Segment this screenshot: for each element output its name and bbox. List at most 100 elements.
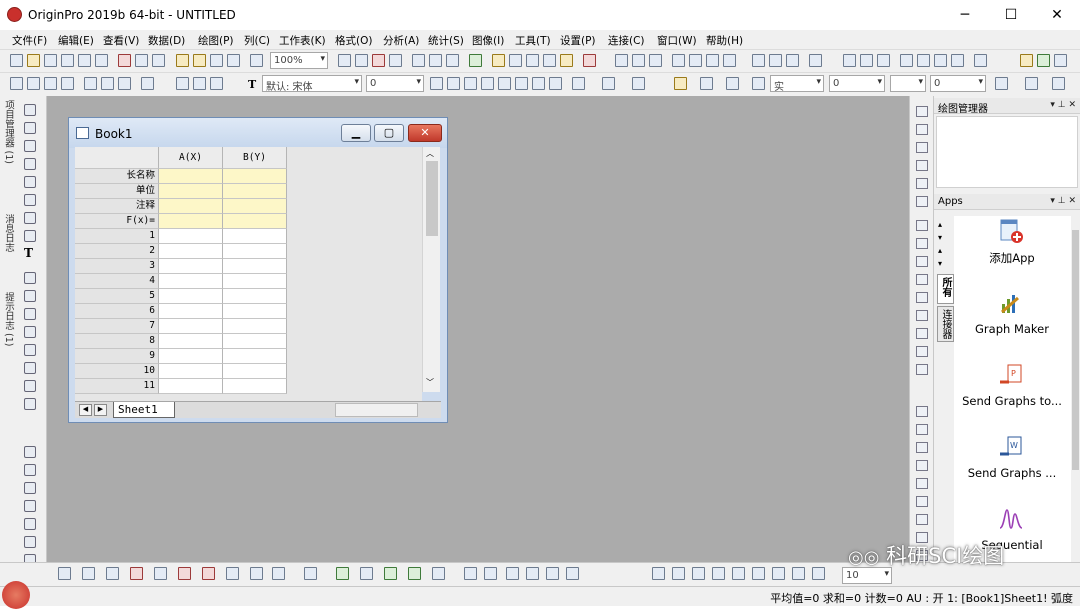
- fill-color-icon[interactable]: [674, 77, 687, 90]
- row-label-long-name[interactable]: 长名称: [75, 169, 159, 184]
- app-store-icon[interactable]: [1020, 54, 1033, 67]
- open-template-icon[interactable]: [193, 54, 206, 67]
- tab-project-explorer[interactable]: 项目管理器 (1): [1, 100, 15, 164]
- rectangle-tool-icon[interactable]: [24, 326, 36, 338]
- menu-connect[interactable]: 连接(C): [608, 33, 645, 48]
- image-plot-icon[interactable]: [432, 567, 445, 580]
- text-tool-icon[interactable]: T: [24, 246, 36, 260]
- minimize-button[interactable]: ─: [942, 0, 988, 30]
- menu-edit[interactable]: 编辑(E): [58, 33, 94, 48]
- menu-data[interactable]: 数据(D): [148, 33, 185, 48]
- sheet-next-icon[interactable]: ▶: [94, 404, 107, 416]
- polar-plot-icon[interactable]: [226, 567, 239, 580]
- data-cell[interactable]: [223, 274, 287, 289]
- pie-plot-icon[interactable]: [250, 567, 263, 580]
- tilt-icon[interactable]: [484, 567, 497, 580]
- move-first-icon[interactable]: [934, 54, 947, 67]
- row-number[interactable]: 4: [75, 274, 159, 289]
- list-tool-icon[interactable]: [24, 518, 36, 530]
- workbook-maximize-button[interactable]: ▢: [374, 124, 404, 142]
- move-right-icon[interactable]: [917, 54, 930, 67]
- axis-y-icon[interactable]: [916, 160, 928, 171]
- pointer-tool-icon[interactable]: [24, 104, 36, 116]
- grid4-icon[interactable]: [916, 274, 928, 285]
- menu-window[interactable]: 窗口(W): [657, 33, 697, 48]
- label-cell[interactable]: [159, 184, 223, 199]
- error-bar-icon[interactable]: [178, 567, 191, 580]
- panel-controls-icon[interactable]: ▾ ⊥ ✕: [1050, 100, 1076, 110]
- table-tool-icon[interactable]: [24, 482, 36, 494]
- layer-add-icon[interactable]: [84, 77, 97, 90]
- layer-icon[interactable]: [916, 106, 928, 117]
- greek-icon[interactable]: [515, 77, 528, 90]
- refresh-icon[interactable]: [355, 54, 368, 67]
- stats-icon[interactable]: [632, 54, 645, 67]
- rotate-icon[interactable]: [464, 567, 477, 580]
- line-symbol-type-icon[interactable]: [106, 567, 119, 580]
- set-y-icon[interactable]: [860, 54, 873, 67]
- style-value-select[interactable]: 0: [930, 75, 986, 92]
- row-label-comments[interactable]: 注释: [75, 199, 159, 214]
- set-z-icon[interactable]: [877, 54, 890, 67]
- data-selector-icon[interactable]: [24, 194, 36, 206]
- hand-tool-icon[interactable]: [24, 344, 36, 356]
- add-column-icon[interactable]: [543, 54, 556, 67]
- line-width-select[interactable]: 0: [829, 75, 885, 92]
- bold-icon[interactable]: [430, 77, 443, 90]
- filter-icon[interactable]: [752, 54, 765, 67]
- label-cell[interactable]: [159, 214, 223, 229]
- menu-statistics[interactable]: 统计(S): [428, 33, 464, 48]
- grid3-icon[interactable]: [916, 256, 928, 267]
- new-excel-icon[interactable]: [152, 54, 165, 67]
- cut-icon[interactable]: [176, 77, 189, 90]
- reset-view-icon[interactable]: [566, 567, 579, 580]
- menu-view[interactable]: 查看(V): [103, 33, 139, 48]
- sheet-tab[interactable]: Sheet1: [113, 402, 175, 418]
- area-plot-icon[interactable]: [202, 567, 215, 580]
- new-matrix-icon[interactable]: [61, 54, 74, 67]
- data-cell[interactable]: [223, 289, 287, 304]
- zoom-select[interactable]: 100%: [270, 52, 328, 69]
- line-plot-type-icon[interactable]: [58, 567, 71, 580]
- object-edit4-icon[interactable]: [712, 567, 725, 580]
- scroll-up-icon[interactable]: ︿: [426, 148, 434, 159]
- row-number[interactable]: 1: [75, 229, 159, 244]
- data-cell[interactable]: [159, 274, 223, 289]
- view-icon[interactable]: [526, 567, 539, 580]
- grid5-icon[interactable]: [916, 292, 928, 303]
- sheet-prev-icon[interactable]: ◀: [79, 404, 92, 416]
- color-scale-icon[interactable]: [24, 398, 36, 410]
- print-icon[interactable]: [338, 54, 351, 67]
- frame2-icon[interactable]: [916, 328, 928, 339]
- results-log-icon[interactable]: [446, 54, 459, 67]
- project-explorer-icon[interactable]: [469, 54, 482, 67]
- symbol-size-icon[interactable]: [1052, 77, 1065, 90]
- workbook-titlebar[interactable]: Book1 ▁ ▢ ✕: [69, 118, 447, 148]
- object-edit2-icon[interactable]: [672, 567, 685, 580]
- decrease-font-icon[interactable]: [549, 77, 562, 90]
- frame3-icon[interactable]: [916, 346, 928, 357]
- statistics-plot-icon[interactable]: [154, 567, 167, 580]
- row-label-units[interactable]: 单位: [75, 184, 159, 199]
- mask-tool-icon[interactable]: [24, 212, 36, 224]
- tab-all-apps[interactable]: 所有: [937, 274, 954, 304]
- copy-icon[interactable]: [193, 77, 206, 90]
- menu-settings[interactable]: 设置(P): [560, 33, 596, 48]
- group-icon[interactable]: [916, 514, 928, 525]
- column-width-icon[interactable]: [974, 54, 987, 67]
- find-icon[interactable]: [24, 536, 36, 548]
- contour-3d-icon[interactable]: [336, 567, 349, 580]
- row-number[interactable]: 6: [75, 304, 159, 319]
- worksheet-grid[interactable]: A(X) B(Y) 长名称 单位 注释 F(x)= 1 2 3 4 5 6 7: [75, 147, 422, 403]
- menu-image[interactable]: 图像(I): [472, 33, 504, 48]
- save-template-icon[interactable]: [227, 54, 240, 67]
- tab-connectors[interactable]: 连接器: [937, 306, 954, 342]
- zoom-tool-icon[interactable]: [509, 54, 522, 67]
- object-edit7-icon[interactable]: [772, 567, 785, 580]
- new-sheet-icon[interactable]: [526, 54, 539, 67]
- menu-analysis[interactable]: 分析(A): [383, 33, 419, 48]
- row-number[interactable]: 5: [75, 289, 159, 304]
- rescale-icon[interactable]: [916, 124, 928, 135]
- command-window-icon[interactable]: [429, 54, 442, 67]
- zoom-out-tool-icon[interactable]: [24, 140, 36, 152]
